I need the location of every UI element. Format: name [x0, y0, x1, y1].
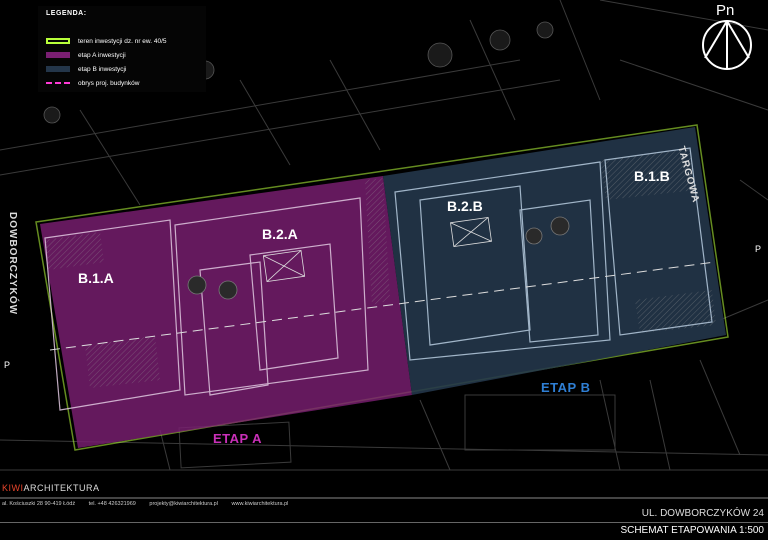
company-phone: tel. +48 426321969 — [88, 501, 136, 507]
legend-swatch-stage-a — [46, 52, 70, 58]
building-label-b2b: B.2.B — [447, 198, 483, 214]
company-logo-accent: KIWI — [2, 483, 24, 493]
entrance-label-right: P — [755, 244, 762, 254]
company-address: al. Kościuszki 28 90-419 Łódź — [2, 501, 76, 507]
legend-item-stage-b: etap B inwestycji — [46, 64, 126, 74]
legend: LEGENDA: teren inwestycji dz. nr ew. 40/… — [38, 6, 206, 92]
sheet-title: SCHEMAT ETAPOWANIA 1:500 — [620, 525, 764, 536]
title-divider — [0, 522, 768, 523]
legend-swatch-outline — [46, 82, 70, 84]
legend-label: teren inwestycji dz. nr ew. 40/5 — [78, 37, 167, 45]
legend-swatch-stage-b — [46, 66, 70, 72]
stage-a-area — [40, 176, 412, 448]
legend-item-outline: obrys proj. budynków — [46, 78, 139, 88]
legend-swatch-site — [46, 38, 70, 44]
stage-b-label: ETAP B — [541, 380, 591, 395]
company-logo-rest: ARCHITEKTURA — [23, 483, 100, 493]
legend-label: etap A inwestycji — [78, 51, 126, 59]
street-label-dowborczykow: DOWBORCZYKÓW — [7, 212, 18, 316]
legend-label: obrys proj. budynków — [78, 79, 140, 87]
company-logo: KIWIARCHITEKTURA — [2, 483, 100, 493]
company-email: projekty@kiwiarchitektura.pl — [149, 501, 218, 507]
north-label: Pn — [716, 2, 735, 19]
company-web: www.kiwiarchitektura.pl — [231, 501, 289, 507]
legend-item-site: teren inwestycji dz. nr ew. 40/5 — [46, 36, 167, 46]
building-label-b1a: B.1.A — [78, 270, 114, 286]
building-label-b1b: B.1.B — [634, 168, 670, 184]
legend-label: etap B inwestycji — [78, 65, 127, 73]
building-label-b2a: B.2.A — [262, 226, 298, 242]
entrance-label-left: P — [4, 360, 11, 370]
stage-a-label: ETAP A — [213, 431, 262, 446]
legend-title: LEGENDA: — [46, 10, 87, 17]
project-title: UL. DOWBORCZYKÓW 24 — [641, 508, 764, 519]
north-arrow-icon — [702, 20, 752, 70]
legend-item-stage-a: etap A inwestycji — [46, 50, 126, 60]
company-contact: al. Kościuszki 28 90-419 Łódź tel. +48 4… — [2, 501, 300, 507]
